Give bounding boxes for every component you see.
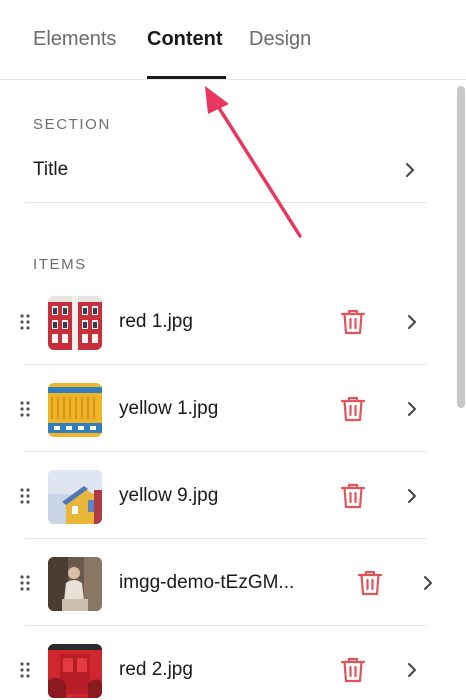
drag-handle-icon[interactable]	[20, 575, 30, 591]
section-divider	[25, 202, 427, 203]
section-title-label: Title	[33, 159, 69, 180]
tab-design[interactable]: Design	[249, 28, 311, 51]
chevron-right-icon[interactable]	[405, 401, 419, 417]
item-name: yellow 9.jpg	[119, 485, 219, 506]
section-heading: SECTION	[33, 116, 111, 133]
drag-handle-icon[interactable]	[20, 314, 30, 330]
item-name: yellow 1.jpg	[119, 398, 219, 419]
chevron-right-icon[interactable]	[421, 575, 435, 591]
item-thumbnail	[48, 644, 102, 698]
chevron-right-icon	[403, 162, 417, 178]
item-name: red 2.jpg	[119, 659, 193, 680]
item-thumbnail	[48, 557, 102, 611]
trash-icon[interactable]	[340, 482, 366, 510]
item-name: red 1.jpg	[119, 311, 193, 332]
trash-icon[interactable]	[340, 308, 366, 336]
chevron-right-icon[interactable]	[405, 488, 419, 504]
drag-handle-icon[interactable]	[20, 488, 30, 504]
tab-content[interactable]: Content	[147, 28, 223, 51]
scrollbar-thumb[interactable]	[457, 86, 465, 408]
drag-handle-icon[interactable]	[20, 401, 30, 417]
trash-icon[interactable]	[340, 656, 366, 684]
item-thumbnail	[48, 296, 102, 350]
trash-icon[interactable]	[357, 569, 383, 597]
item-name: imgg-demo-tEzGM...	[119, 572, 295, 593]
chevron-right-icon[interactable]	[405, 314, 419, 330]
items-heading: ITEMS	[33, 256, 87, 273]
active-tab-indicator	[147, 76, 226, 79]
list-item[interactable]: imgg-demo-tEzGM...	[0, 539, 456, 626]
list-item[interactable]: red 1.jpg	[0, 278, 456, 365]
list-item[interactable]: yellow 9.jpg	[0, 452, 456, 539]
tab-bar: Elements Content Design	[0, 0, 466, 80]
chevron-right-icon[interactable]	[405, 662, 419, 678]
section-title-row[interactable]: Title	[33, 150, 427, 190]
list-item[interactable]: yellow 1.jpg	[0, 365, 456, 452]
tab-elements[interactable]: Elements	[33, 28, 116, 51]
item-thumbnail	[48, 470, 102, 524]
list-item[interactable]: red 2.jpg	[0, 626, 456, 700]
item-thumbnail	[48, 383, 102, 437]
trash-icon[interactable]	[340, 395, 366, 423]
drag-handle-icon[interactable]	[20, 662, 30, 678]
